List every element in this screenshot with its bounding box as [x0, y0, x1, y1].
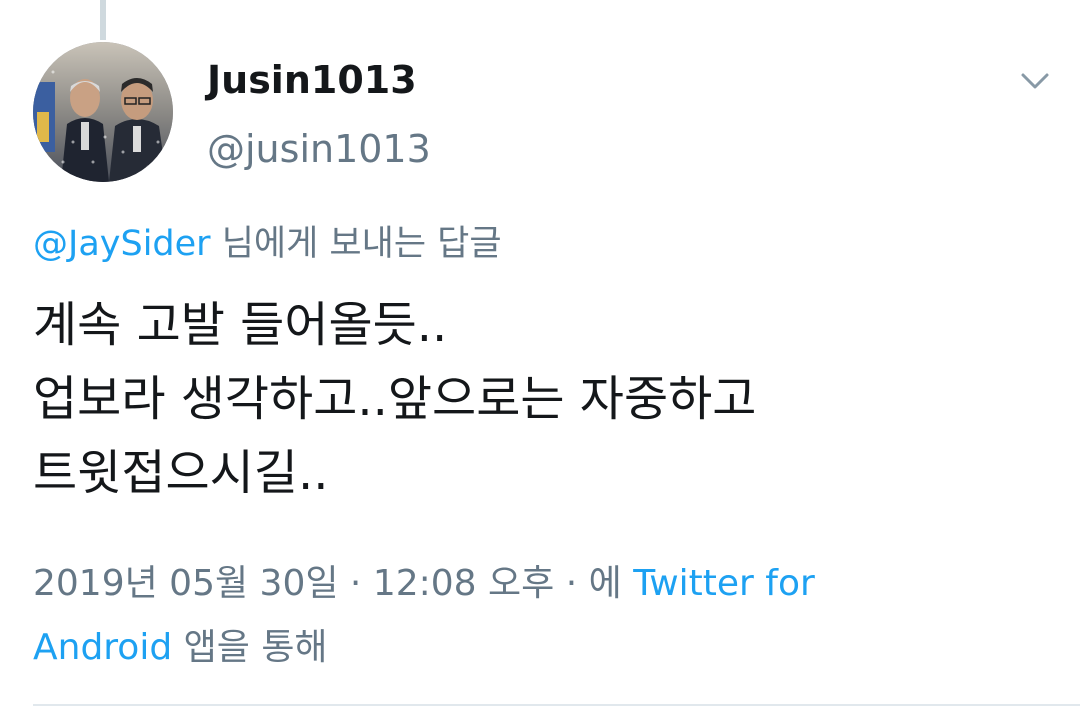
tweet-text-line: 트윗접으시길..	[33, 445, 329, 501]
chevron-down-icon	[1021, 73, 1049, 89]
meta-separator: ·	[554, 563, 589, 604]
tweet-date[interactable]: 2019년 05월 30일	[33, 563, 338, 604]
via-prefix: 에	[588, 563, 634, 604]
reply-context: @JaySider 님에게 보내는 답글	[33, 217, 502, 271]
tweet-text: 계속 고발 들어올듯.. 업보라 생각하고..앞으로는 자중하고 트윗접으시길.…	[33, 288, 1063, 510]
tweet-detail: Jusin1013 @jusin1013 @JaySider 님에게 보내는 답…	[0, 0, 1080, 711]
tweet-text-line: 계속 고발 들어올듯..	[33, 297, 448, 353]
via-suffix: 앱을 통해	[172, 627, 328, 668]
display-name[interactable]: Jusin1013	[207, 52, 417, 108]
meta-separator: ·	[338, 563, 373, 604]
reply-context-label: 님에게 보내는 답글	[210, 224, 502, 264]
source-app-link[interactable]: Twitter for	[633, 563, 815, 604]
thread-connector-line	[100, 0, 106, 40]
divider	[33, 704, 1080, 706]
tweet-options-button[interactable]	[1016, 62, 1054, 100]
tweet-time[interactable]: 12:08 오후	[373, 563, 554, 604]
reply-mention-link[interactable]: @JaySider	[33, 224, 211, 264]
profile-photo-icon	[33, 42, 173, 182]
source-app-link-continued[interactable]: Android	[33, 627, 172, 668]
user-handle[interactable]: @jusin1013	[207, 121, 431, 177]
tweet-text-line: 업보라 생각하고..앞으로는 자중하고	[33, 371, 757, 427]
avatar[interactable]	[33, 42, 173, 182]
tweet-metadata: 2019년 05월 30일 · 12:08 오후 · 에 Twitter for…	[33, 552, 1053, 680]
